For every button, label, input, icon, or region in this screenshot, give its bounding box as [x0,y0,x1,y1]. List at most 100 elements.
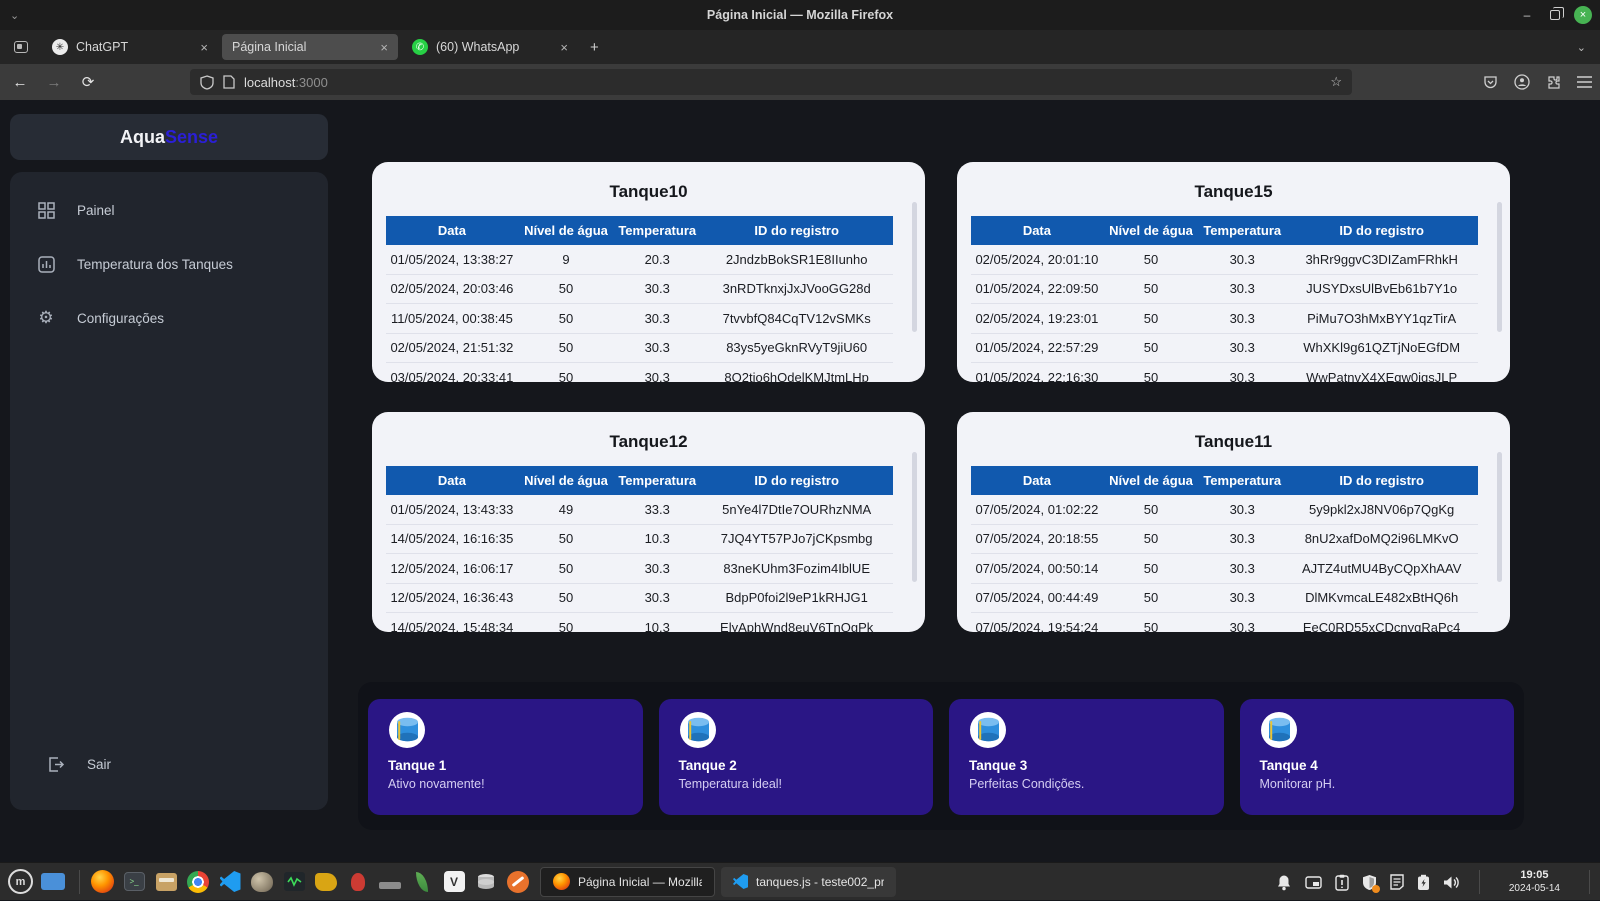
bookmark-star-icon[interactable]: ☆ [1330,74,1342,90]
table-body: 02/05/2024, 20:01:10 50 30.3 3hRr9ggvC3D… [971,245,1496,382]
table-row: 02/05/2024, 21:51:32 50 30.3 83ys5yeGknR… [386,334,893,363]
table-row: 01/05/2024, 22:57:29 50 30.3 WhXKl9g61QZ… [971,334,1478,363]
url-bar[interactable]: localhost:3000 ☆ [190,69,1352,95]
water-tank-icon [1260,712,1297,748]
pencil-icon[interactable] [506,870,530,894]
notes-icon[interactable] [1390,874,1404,890]
kettle-icon[interactable] [314,870,338,894]
chrome-icon[interactable] [186,870,210,894]
notifications-bell-icon[interactable] [1276,874,1292,891]
tab-chatgpt[interactable]: ✳ ChatGPT × [42,34,218,60]
new-tab-button[interactable]: + [590,39,599,56]
firefox-icon [553,873,570,890]
table-header-row: Data Nível de água Temperatura ID do reg… [971,466,1478,495]
firefox-icon[interactable] [90,870,114,894]
tab-whatsapp[interactable]: ✆ (60) WhatsApp × [402,34,578,60]
url-text: localhost:3000 [244,74,328,90]
tank-table-card-tanque10: Tanque10 Data Nível de água Temperatura … [372,162,925,382]
table-scrollbar[interactable] [912,452,917,582]
shield-icon[interactable] [1362,874,1380,893]
file-manager-icon[interactable] [154,870,178,894]
titlebar-chevron-icon[interactable]: ⌄ [10,9,19,22]
sidebar-item-painel[interactable]: Painel [20,188,318,232]
mint-menu-icon[interactable]: m [8,869,33,894]
battery-icon[interactable] [1417,874,1430,891]
tray-app-icon[interactable] [378,870,402,894]
close-button[interactable]: × [1574,6,1592,24]
navigation-toolbar: ← → ⟳ localhost:3000 ☆ [0,64,1600,100]
tracking-shield-icon[interactable] [200,74,214,90]
tank-card-title: Tanque 4 [1259,758,1318,773]
whatsapp-icon: ✆ [412,39,428,55]
table-header-row: Data Nível de água Temperatura ID do reg… [971,216,1478,245]
app-logo: Aqua Sense [10,114,328,160]
table-row: 14/05/2024, 16:16:35 50 10.3 7JQ4YT57PJo… [386,525,893,554]
sidebar-item-label: Temperatura dos Tanques [77,256,233,272]
table-row: 02/05/2024, 19:23:01 50 30.3 PiMu7O3hMxB… [971,304,1478,334]
vscode-icon [733,874,748,889]
account-icon[interactable] [1514,74,1530,90]
tab-close-icon[interactable]: × [200,40,208,55]
table-scrollbar[interactable] [1497,452,1502,582]
table-row: 12/05/2024, 16:36:43 50 30.3 BdpP0foi2l9… [386,584,893,613]
table-row: 02/05/2024, 20:01:10 50 30.3 3hRr9ggvC3D… [971,245,1478,275]
gear-icon: ⚙ [38,308,54,327]
tab-pagina-inicial[interactable]: Página Inicial × [222,34,398,60]
sidebar-item-temperatura[interactable]: Temperatura dos Tanques [20,242,318,286]
table-row: 14/05/2024, 15:48:34 50 10.3 ElyAphWnd8e… [386,613,893,632]
taskbar-clock[interactable]: 19:05 2024-05-14 [1499,869,1570,895]
tab-close-icon[interactable]: × [380,40,388,55]
volume-icon[interactable] [1443,875,1460,890]
reload-button[interactable]: ⟳ [74,73,102,91]
pocket-icon[interactable] [1483,75,1498,90]
table-row: 01/05/2024, 22:16:30 50 30.3 WwPatnvX4XE… [971,363,1478,382]
minimize-button[interactable]: – [1518,8,1536,22]
gimp-icon[interactable] [250,870,274,894]
table-row: 01/05/2024, 13:38:27 9 20.3 2JndzbBokSR1… [386,245,893,275]
image-viewer-icon[interactable]: V [442,870,466,894]
water-tank-icon [970,712,1006,748]
table-row: 01/05/2024, 13:43:33 49 33.3 5nYe4l7DtIe… [386,495,893,525]
lamp-icon[interactable] [346,870,370,894]
table-row: 07/05/2024, 01:02:22 50 30.3 5y9pkl2xJ8N… [971,495,1478,525]
tank-card-title: Tanque 2 [678,758,737,773]
tank-table-card-tanque12: Tanque12 Data Nível de água Temperatura … [372,412,925,632]
sidebar-item-sair[interactable]: Sair [30,742,328,786]
database-icon[interactable] [474,870,498,894]
terminal-icon[interactable]: >_ [122,870,146,894]
list-all-tabs-icon[interactable]: ⌄ [1577,41,1586,54]
audio-wave-icon[interactable] [282,870,306,894]
table-header-row: Data Nível de água Temperatura ID do reg… [386,466,893,495]
screenshot-tool-icon[interactable] [1305,875,1322,889]
shield-status-dot [1371,884,1380,893]
window-title: Página Inicial — Mozilla Firefox [706,8,894,22]
tank-card-title: Tanque 1 [388,758,447,773]
restore-button[interactable] [1550,7,1564,20]
mongodb-leaf-icon[interactable] [410,870,434,894]
chart-icon [36,255,56,273]
table-row: 11/05/2024, 00:38:45 50 30.3 7tvvbfQ84Cq… [386,304,893,334]
tank-status-panel: Tanque 1 Ativo novamente! Tanque 2 Tempe… [358,682,1524,830]
firefox-view-icon[interactable] [8,35,34,59]
clipboard-alert-icon[interactable] [1335,874,1349,891]
tank-table-title: Tanque10 [609,182,688,201]
tank-status-card: Tanque 4 Monitorar pH. [1239,699,1514,815]
page-info-icon[interactable] [223,75,235,89]
forward-button[interactable]: → [40,74,68,91]
table-row: 07/05/2024, 00:44:49 50 30.3 DlMKvmcaLE4… [971,584,1478,613]
back-button[interactable]: ← [6,74,34,91]
menu-hamburger-icon[interactable] [1577,76,1592,88]
table-row: 03/05/2024, 20:33:41 50 30.3 8O2tjo6hQde… [386,363,893,382]
sidebar-item-configuracoes[interactable]: ⚙ Configurações [20,296,318,340]
table-body: 07/05/2024, 01:02:22 50 30.3 5y9pkl2xJ8N… [971,495,1496,632]
show-desktop-icon[interactable] [41,873,65,890]
tab-close-icon[interactable]: × [560,40,568,55]
vscode-icon[interactable] [218,870,242,894]
taskbar: m >_ V Página Inicial — Mozilla Fi... ta… [0,862,1600,900]
extensions-puzzle-icon[interactable] [1546,75,1561,90]
table-scrollbar[interactable] [1497,202,1502,332]
taskbar-window-firefox[interactable]: Página Inicial — Mozilla Fi... [540,866,715,897]
taskbar-window-vscode[interactable]: tanques.js - teste002_proj... [721,866,896,897]
table-scrollbar[interactable] [912,202,917,332]
table-row: 02/05/2024, 20:03:46 50 30.3 3nRDTknxjJx… [386,275,893,304]
